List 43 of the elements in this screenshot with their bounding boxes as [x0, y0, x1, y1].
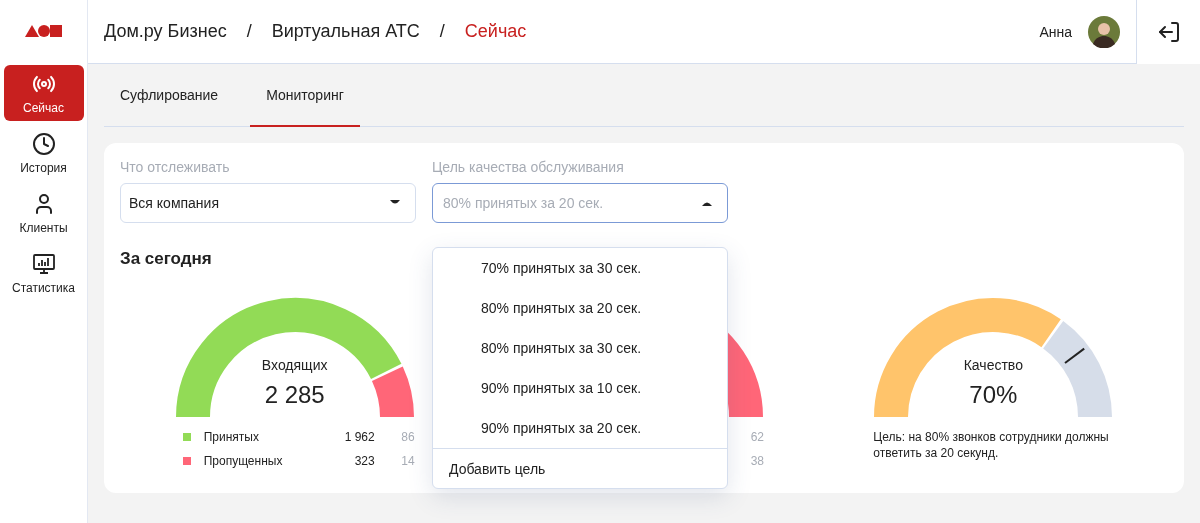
legend-value: 1 962 — [344, 430, 375, 444]
gauge-remainder — [371, 367, 414, 417]
breadcrumb[interactable]: Виртуальная АТС — [271, 21, 420, 42]
logout-icon — [1156, 19, 1181, 44]
user-name: Анна — [1039, 23, 1072, 40]
dropdown-option[interactable]: 70% принятых за 30 сек. — [433, 248, 727, 288]
logo — [24, 24, 63, 38]
tab[interactable]: Мониторинг — [250, 64, 360, 127]
field-label: Цель качества обслуживания — [432, 159, 625, 175]
sidebar-item[interactable]: История — [3, 125, 84, 181]
tab[interactable]: Суфлирование — [104, 64, 235, 127]
legend-label: Принятых — [203, 430, 259, 444]
select-field[interactable]: 80% принятых за 20 сек. — [432, 183, 728, 223]
select-field[interactable]: Вся компания — [120, 183, 416, 223]
breadcrumb[interactable]: Дом.ру Бизнес — [104, 21, 227, 42]
field-label: Что отслеживать — [120, 159, 231, 175]
legend-percent: 38 — [750, 454, 764, 468]
legend-percent: 14 — [401, 454, 415, 468]
clock-icon — [31, 131, 56, 156]
gauge-title: Качество — [963, 357, 1023, 373]
sidebar-item[interactable]: Клиенты — [3, 185, 84, 241]
dropdown-option[interactable]: 80% принятых за 30 сек. — [433, 328, 727, 368]
dropdown-option[interactable]: 90% принятых за 20 сек. — [433, 408, 727, 448]
legend-percent: 86 — [401, 430, 415, 444]
gauge-value: 70% — [969, 381, 1018, 409]
sidebar-item[interactable]: Сейчас — [3, 65, 84, 121]
gauge-title: Входящих — [261, 357, 328, 373]
logout-button[interactable] — [1136, 0, 1200, 64]
legend-label: Пропущенных — [203, 454, 283, 468]
legend-percent: 62 — [750, 430, 764, 444]
sidebar-item[interactable]: Статистика — [3, 245, 84, 301]
dropdown-option[interactable]: 90% принятых за 10 сек. — [433, 368, 727, 408]
add-goal-option[interactable]: Добавить цель — [433, 448, 727, 488]
monitor-chart-icon — [31, 251, 56, 276]
breadcrumb-separator: / — [246, 21, 252, 42]
dropdown-option[interactable]: 80% принятых за 20 сек. — [433, 288, 727, 328]
section-title: За сегодня — [120, 249, 212, 269]
avatar[interactable] — [1088, 15, 1120, 48]
goal-note: Цель: на 80% звонков сотрудники должны ответить за 20 секунд. — [873, 429, 1110, 461]
legend-value: 323 — [354, 454, 375, 468]
breadcrumb-separator: / — [439, 21, 445, 42]
breadcrumb: Сейчас — [464, 21, 527, 42]
gauge-value: 2 285 — [264, 381, 325, 409]
